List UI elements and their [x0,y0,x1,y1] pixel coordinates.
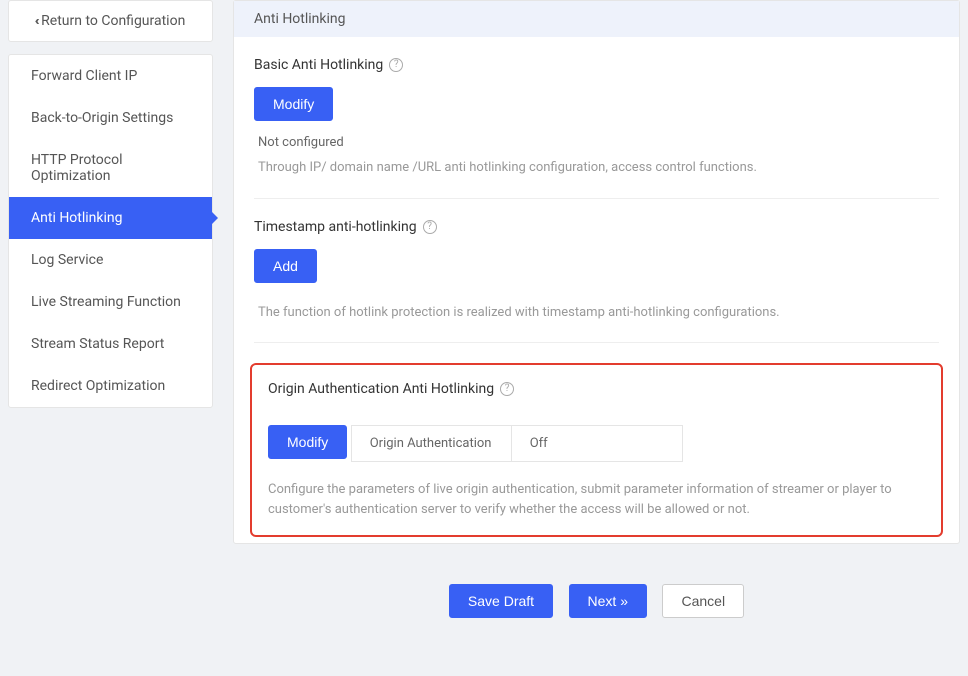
origin-auth-highlight: Origin Authentication Anti Hotlinking ? … [250,363,943,537]
sidebar-nav: Forward Client IP Back-to-Origin Setting… [8,54,213,408]
help-icon[interactable]: ? [389,58,403,72]
origin-config-table: Origin Authentication Off [351,425,683,462]
main-panel: Anti Hotlinking Basic Anti Hotlinking ? … [233,0,960,544]
sidebar-item-redirect-optimization[interactable]: Redirect Optimization [9,365,212,407]
add-timestamp-button[interactable]: Add [254,249,317,283]
return-to-configuration[interactable]: ‹‹ Return to Configuration [8,0,213,42]
modify-origin-button[interactable]: Modify [268,425,347,459]
sidebar-item-back-to-origin[interactable]: Back-to-Origin Settings [9,97,212,139]
basic-title: Basic Anti Hotlinking [254,57,383,73]
sidebar-item-log-service[interactable]: Log Service [9,239,212,281]
origin-desc: Configure the parameters of live origin … [268,480,925,519]
sidebar-item-anti-hotlinking[interactable]: Anti Hotlinking [9,197,212,239]
sidebar-item-stream-status[interactable]: Stream Status Report [9,323,212,365]
next-button[interactable]: Next » [569,584,647,618]
timestamp-anti-hotlinking-section: Timestamp anti-hotlinking ? Add The func… [254,219,939,344]
origin-table-label: Origin Authentication [352,426,512,461]
save-draft-button[interactable]: Save Draft [449,584,553,618]
basic-anti-hotlinking-section: Basic Anti Hotlinking ? Modify Not confi… [254,57,939,199]
origin-title: Origin Authentication Anti Hotlinking [268,381,494,397]
origin-table-value: Off [512,426,682,461]
basic-status: Not configured [258,135,939,150]
return-label: Return to Configuration [41,13,185,29]
section-header: Anti Hotlinking [234,1,959,37]
timestamp-title: Timestamp anti-hotlinking [254,219,417,235]
help-icon[interactable]: ? [500,382,514,396]
footer-actions: Save Draft Next » Cancel [233,564,960,626]
modify-basic-button[interactable]: Modify [254,87,333,121]
sidebar-item-live-streaming[interactable]: Live Streaming Function [9,281,212,323]
help-icon[interactable]: ? [423,220,437,234]
timestamp-desc: The function of hotlink protection is re… [258,303,939,323]
sidebar-item-forward-client-ip[interactable]: Forward Client IP [9,55,212,97]
cancel-button[interactable]: Cancel [662,584,744,618]
sidebar-item-http-protocol[interactable]: HTTP Protocol Optimization [9,139,212,197]
basic-desc: Through IP/ domain name /URL anti hotlin… [258,158,939,178]
